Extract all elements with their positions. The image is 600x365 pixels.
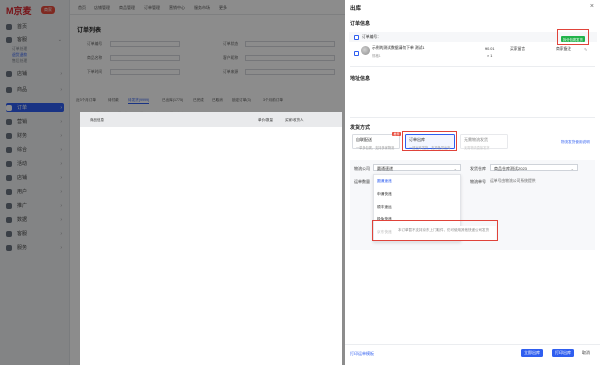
order-number-label: 订单编号： (362, 35, 381, 39)
close-icon[interactable]: × (590, 3, 594, 10)
buyer-message: 买家留言 (510, 47, 526, 51)
ship-method-heading: 发货方式 (350, 125, 371, 131)
highlight-box (372, 220, 498, 241)
carrier-select[interactable]: 圆通速递 ⌄ (373, 164, 461, 171)
print-ship-button[interactable]: 打印出库 (552, 349, 574, 357)
select-all-checkbox[interactable] (354, 35, 359, 40)
ship-method-self[interactable]: 自联配送 一单多包裹，支持多家物流 推荐 (352, 132, 401, 150)
order-item-checkbox[interactable] (354, 51, 359, 56)
chevron-down-icon: ⌄ (570, 166, 574, 171)
divider (345, 344, 600, 345)
address-info-heading: 地址信息 (350, 76, 371, 82)
cancel-button[interactable]: 取消 (578, 349, 594, 357)
ship-method-no-logistics[interactable]: 无需物流发货 无需物流直接发货 (460, 134, 508, 150)
table-body (80, 127, 342, 365)
product-thumbnail (361, 46, 370, 55)
product-qty: × 1 (487, 54, 493, 58)
product-name[interactable]: 示例的测试数据请勿下单 测试1 (372, 46, 425, 51)
divider (350, 117, 595, 118)
print-template-link[interactable]: 打印运单模板 (350, 351, 374, 357)
seller-remark: 商家备注 (556, 47, 572, 51)
column-header: 商品信息 (90, 118, 104, 122)
confirm-ship-button[interactable]: 立即出库 (521, 349, 543, 357)
product-spec: 规格1 (372, 54, 381, 58)
tracking-value: 运单号由物流公司系统提供 (490, 179, 536, 183)
tracking-label: 物流单号 (470, 179, 486, 184)
drawer-title: 出库 (350, 6, 362, 12)
waybill-count-label: 运单数量 (354, 179, 370, 184)
carrier-option[interactable]: 圆通速递 (377, 179, 392, 184)
order-info-heading: 订单信息 (350, 21, 371, 27)
highlight-box (402, 131, 457, 151)
highlight-box (557, 29, 589, 45)
column-header: 单价/数量 (258, 118, 273, 122)
column-header: 买家/收货人 (285, 118, 304, 122)
carrier-label: 物流公司 (354, 166, 370, 171)
ship-help-link[interactable]: 物流发货使用说明 (561, 140, 590, 145)
warehouse-select[interactable]: 商品仓库测试2023 ⌄ (490, 164, 578, 171)
address-block (350, 86, 590, 114)
chevron-down-icon: ⌄ (453, 166, 457, 171)
carrier-option[interactable]: 顺丰速运 (377, 205, 392, 210)
edit-icon[interactable]: ✎ (584, 47, 587, 52)
recommend-badge: 推荐 (391, 132, 401, 137)
product-price: ¥0.01 (485, 47, 495, 51)
carrier-option[interactable]: 申通快递 (377, 192, 392, 197)
warehouse-label: 发货仓库 (470, 166, 486, 171)
divider (350, 66, 595, 67)
